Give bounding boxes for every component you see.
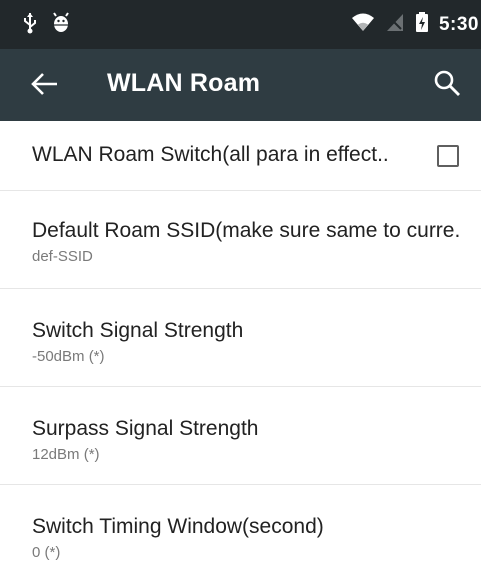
setting-summary: def-SSID — [32, 248, 93, 265]
setting-switch-timing-window[interactable]: Switch Timing Window(second) 0 (*) — [0, 485, 481, 565]
page-title: WLAN Roam — [107, 69, 261, 97]
clock: 5:30 — [438, 13, 479, 35]
setting-wlan-roam-switch[interactable]: WLAN Roam Switch(all para in effect.. — [0, 121, 481, 191]
setting-switch-signal-strength[interactable]: Switch Signal Strength -50dBm (*) — [0, 289, 481, 387]
setting-surpass-signal-strength[interactable]: Surpass Signal Strength 12dBm (*) — [0, 387, 481, 485]
no-signal-icon — [385, 11, 405, 38]
android-debug-icon — [52, 12, 70, 39]
setting-title: Switch Timing Window(second) — [32, 515, 324, 538]
setting-title: Surpass Signal Strength — [32, 417, 259, 440]
setting-title: WLAN Roam Switch(all para in effect.. — [32, 143, 389, 166]
setting-summary: 12dBm (*) — [32, 446, 100, 463]
setting-summary: 0 (*) — [32, 544, 61, 561]
battery-charging-icon — [415, 11, 429, 38]
status-bar-left — [22, 12, 70, 39]
search-icon[interactable] — [431, 67, 465, 101]
arrow-back-icon[interactable] — [30, 69, 60, 99]
app-bar: WLAN Roam — [0, 49, 481, 121]
status-bar-right: 5:30 — [351, 11, 479, 38]
roam-switch-checkbox[interactable] — [437, 145, 459, 167]
setting-title: Default Roam SSID(make sure same to curr… — [32, 219, 461, 242]
setting-title: Switch Signal Strength — [32, 319, 244, 342]
wifi-icon — [351, 11, 375, 38]
status-bar: 5:30 — [0, 0, 481, 49]
setting-default-roam-ssid[interactable]: Default Roam SSID(make sure same to curr… — [0, 191, 481, 289]
setting-summary: -50dBm (*) — [32, 348, 105, 365]
settings-list: WLAN Roam Switch(all para in effect.. De… — [0, 121, 481, 565]
usb-icon — [22, 12, 38, 39]
